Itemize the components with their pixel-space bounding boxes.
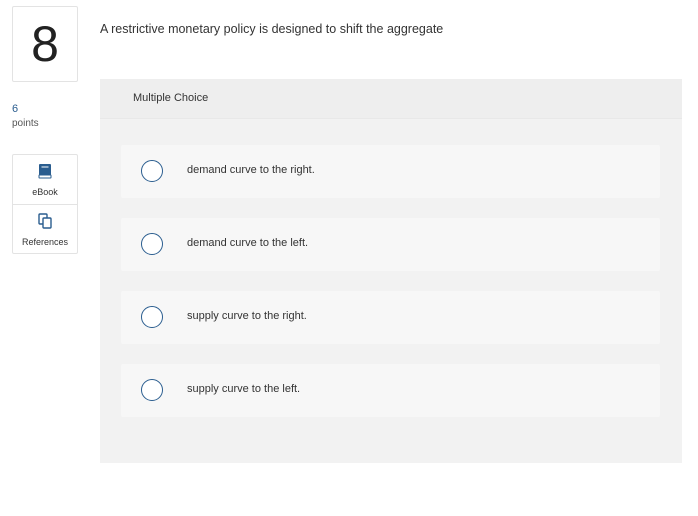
points-label: points (12, 118, 39, 129)
answer-option-text: demand curve to the left. (187, 237, 309, 249)
radio-button[interactable] (141, 233, 163, 255)
radio-button[interactable] (141, 379, 163, 401)
references-button[interactable]: References (13, 204, 77, 254)
question-number: 8 (12, 6, 78, 82)
ebook-button[interactable]: eBook (13, 155, 77, 204)
answer-option-text: supply curve to the right. (187, 310, 307, 322)
answer-option-2[interactable]: demand curve to the left. (121, 218, 660, 271)
book-icon (38, 163, 52, 184)
radio-button[interactable] (141, 306, 163, 328)
answer-panel: Multiple Choice demand curve to the righ… (100, 79, 682, 463)
answer-option-1[interactable]: demand curve to the right. (121, 145, 660, 198)
copy-icon (38, 212, 52, 234)
answer-option-text: supply curve to the left. (187, 383, 301, 395)
references-label: References (21, 236, 69, 247)
question-text: A restrictive monetary policy is designe… (100, 22, 444, 36)
question-type-label: Multiple Choice (133, 92, 209, 104)
answer-option-3[interactable]: supply curve to the right. (121, 291, 660, 344)
question-page: 8 6 points eBook References A restrictiv… (0, 0, 698, 516)
points-value: 6 (12, 103, 19, 115)
answer-panel-header: Multiple Choice (100, 79, 682, 119)
answer-option-4[interactable]: supply curve to the left. (121, 364, 660, 417)
answer-option-text: demand curve to the right. (187, 164, 315, 176)
radio-button[interactable] (141, 160, 163, 182)
tools-panel: eBook References (12, 154, 78, 254)
ebook-label: eBook (32, 186, 58, 197)
